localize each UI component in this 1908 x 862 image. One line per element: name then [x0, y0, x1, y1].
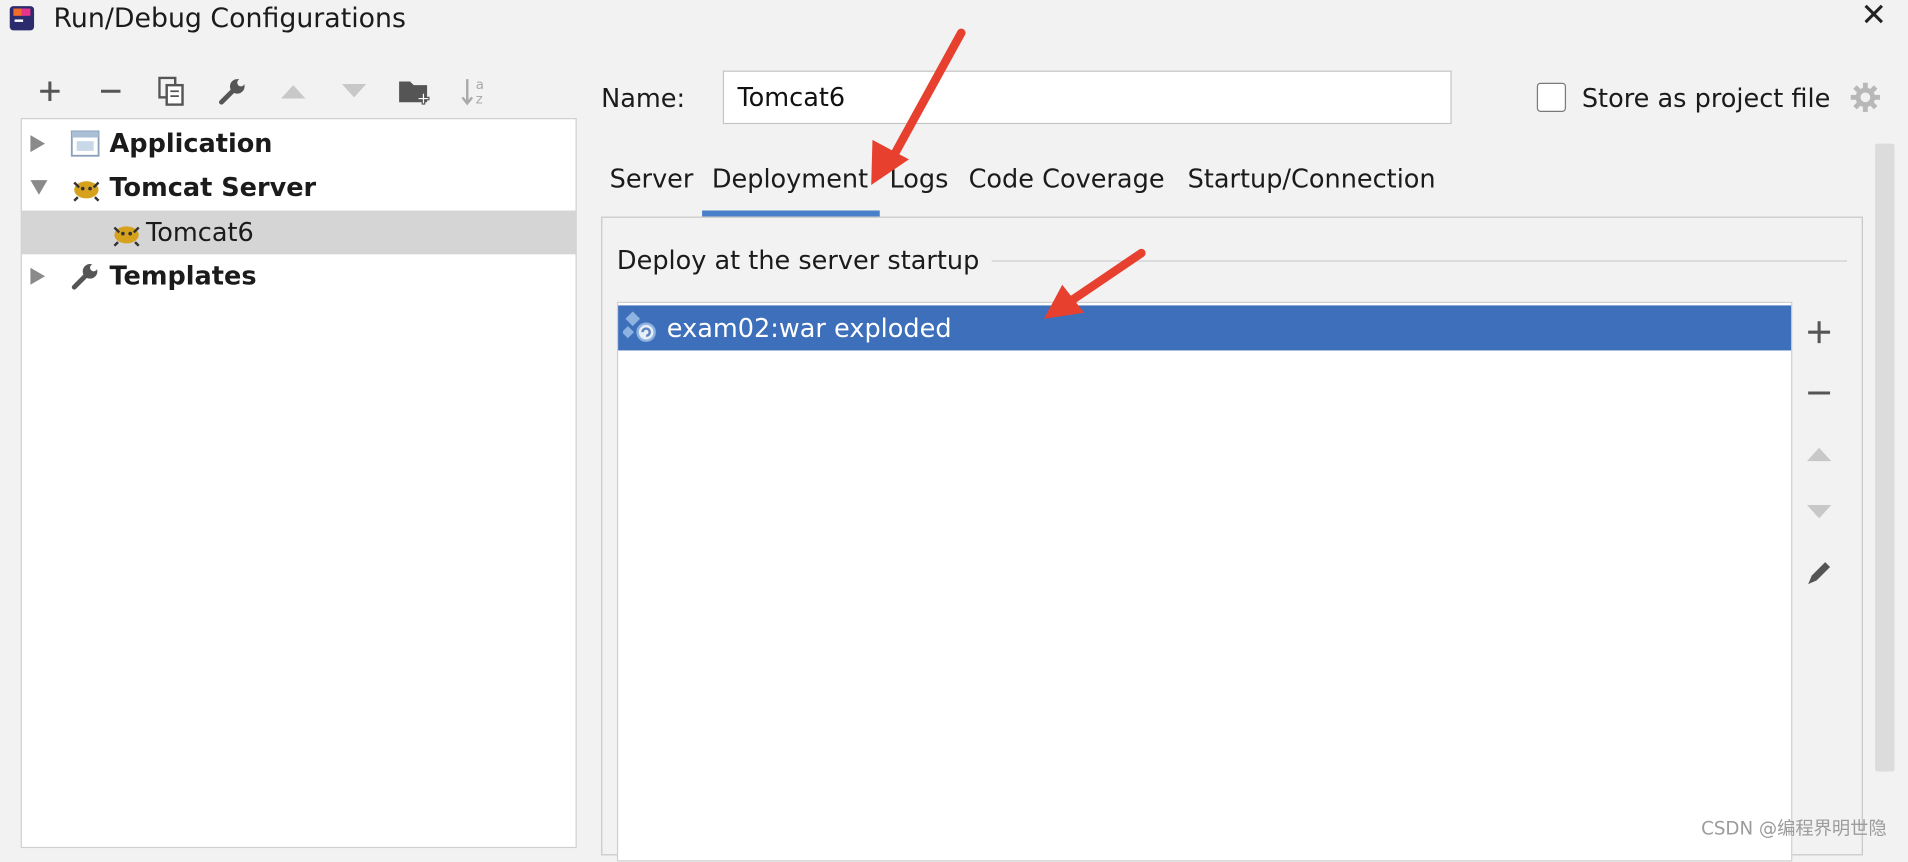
tree-item-label: Application [109, 128, 273, 159]
store-as-project-file-checkbox[interactable] [1536, 82, 1567, 112]
new-folder-icon[interactable] [397, 73, 434, 110]
deploy-group-title: Deploy at the server startup [616, 245, 980, 275]
tree-item-label: Tomcat6 [146, 217, 254, 248]
artifact-row[interactable]: exam02:war exploded [618, 305, 1792, 351]
move-down-icon[interactable] [336, 73, 373, 110]
add-icon[interactable] [1801, 314, 1838, 351]
tab-deployment[interactable]: Deployment [702, 158, 878, 199]
tree-item-tomcat6[interactable]: Tomcat6 [21, 210, 576, 255]
artifact-list[interactable]: exam02:war exploded [616, 301, 1793, 862]
application-icon [70, 129, 100, 164]
tree-item-tomcat-server[interactable]: Tomcat Server [22, 165, 576, 209]
edit-icon[interactable] [1801, 555, 1838, 592]
collapse-arrow-icon[interactable] [29, 179, 48, 196]
artifact-label: exam02:war exploded [666, 313, 952, 343]
app-logo-icon [9, 5, 36, 32]
window-title: Run/Debug Configurations [53, 3, 406, 35]
tomcat-icon [111, 218, 143, 253]
tab-logs[interactable]: Logs [880, 158, 958, 199]
tab-code-coverage[interactable]: Code Coverage [959, 158, 1174, 199]
group-divider [991, 260, 1848, 262]
add-icon[interactable] [32, 73, 69, 110]
close-icon[interactable]: ✕ [1860, 0, 1887, 34]
svg-text:a: a [476, 78, 484, 93]
svg-text:z: z [476, 92, 483, 107]
tomcat-icon [71, 173, 103, 208]
watermark: CSDN @编程界明世隐 [1701, 817, 1887, 840]
move-up-icon[interactable] [1801, 436, 1838, 473]
gear-icon[interactable] [1848, 80, 1882, 119]
move-up-icon[interactable] [275, 73, 312, 110]
expand-arrow-icon[interactable] [29, 134, 46, 153]
tab-server[interactable]: Server [600, 158, 703, 199]
copy-icon[interactable] [153, 73, 190, 110]
tree-item-label: Tomcat Server [109, 172, 317, 202]
store-as-project-file-label: Store as project file [1581, 83, 1831, 114]
wrench-icon [71, 262, 100, 297]
name-input[interactable] [722, 70, 1452, 125]
move-down-icon[interactable] [1801, 494, 1838, 531]
tree-item-templates[interactable]: Templates [22, 254, 576, 298]
remove-icon[interactable] [1801, 375, 1838, 412]
expand-arrow-icon[interactable] [29, 266, 46, 285]
tree-item-application[interactable]: Application [22, 122, 576, 166]
artifact-icon [621, 308, 657, 347]
configuration-tree: Application Tomcat Server Tomcat6 Templa… [20, 118, 577, 849]
tree-item-label: Templates [109, 261, 257, 291]
remove-icon[interactable] [92, 73, 129, 110]
tab-startup-connection[interactable]: Startup/Connection [1178, 158, 1446, 199]
sort-icon[interactable]: az [458, 73, 495, 110]
name-label: Name: [601, 83, 686, 114]
wrench-icon[interactable] [214, 73, 251, 110]
vertical-scrollbar[interactable] [1875, 143, 1895, 772]
